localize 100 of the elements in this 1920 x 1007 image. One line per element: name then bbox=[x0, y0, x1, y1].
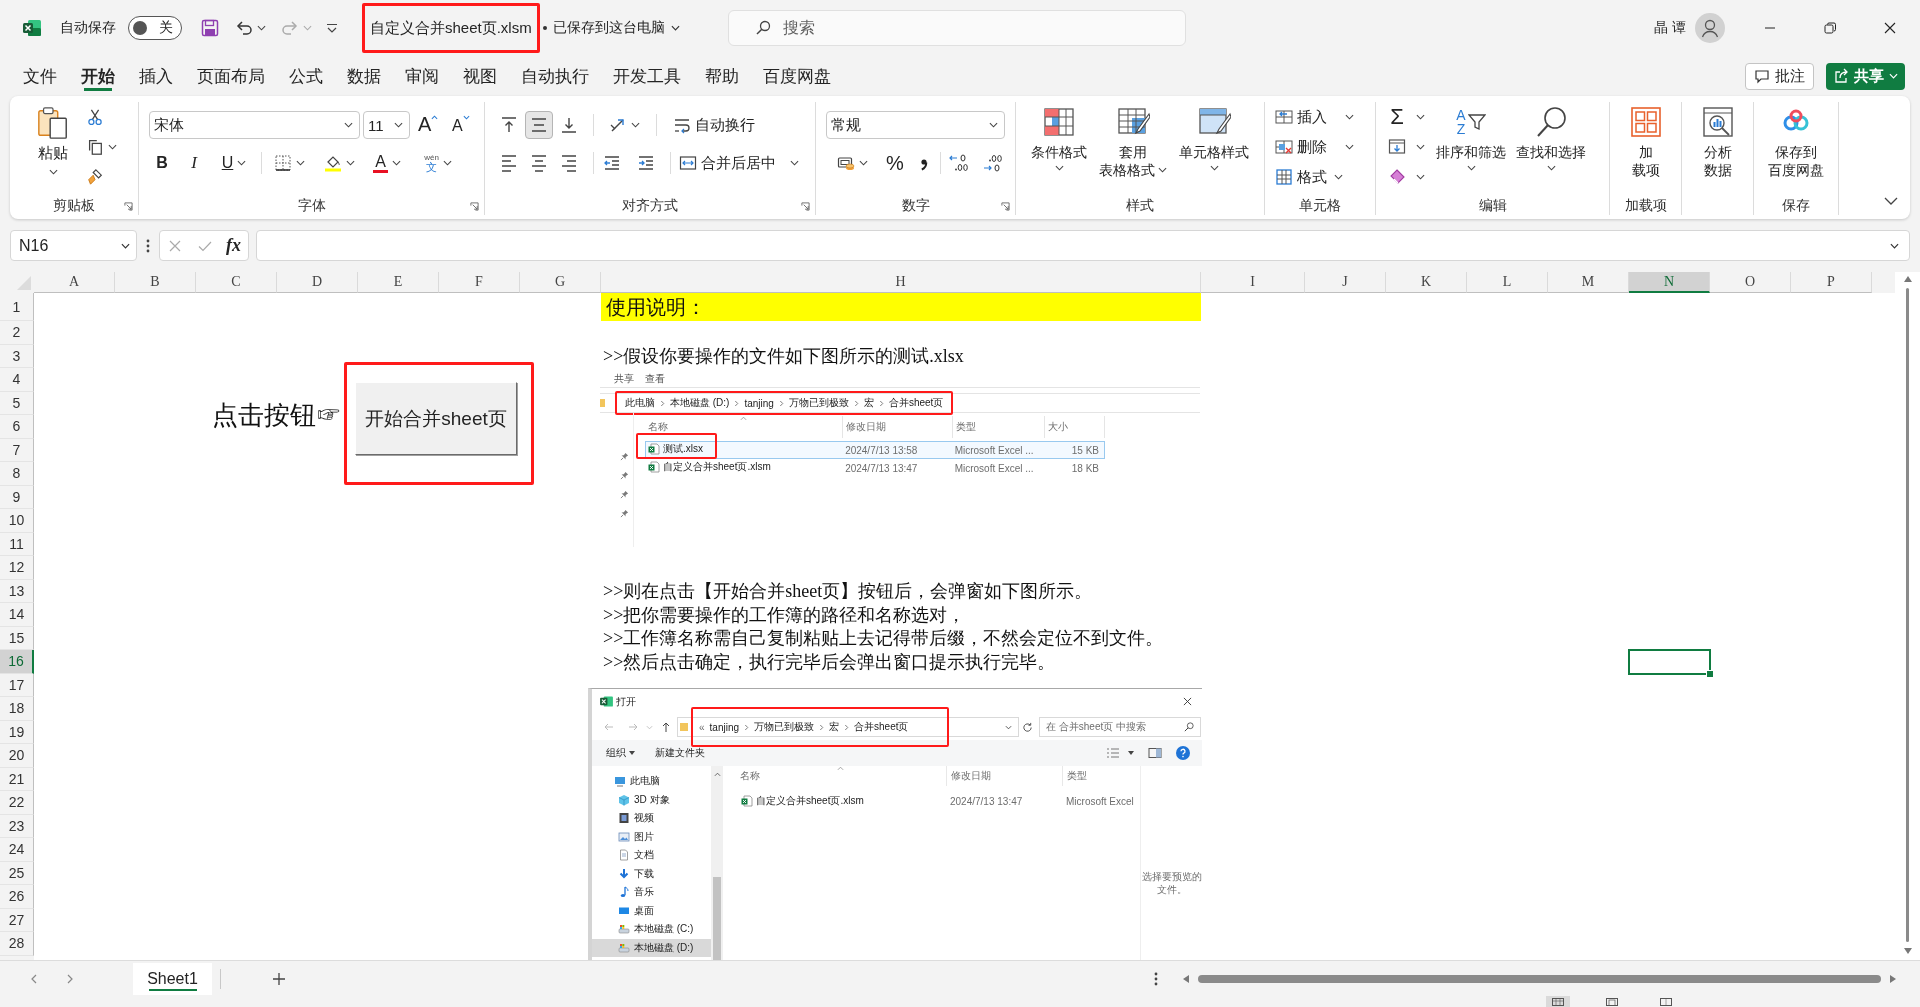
column-header[interactable]: L bbox=[1467, 272, 1548, 293]
column-header[interactable]: C bbox=[196, 272, 277, 293]
next-sheet-icon[interactable] bbox=[67, 973, 73, 984]
conditional-formatting-button[interactable]: 条件格式 bbox=[1024, 102, 1094, 197]
column-header[interactable]: P bbox=[1791, 272, 1872, 293]
row-header[interactable]: 7 bbox=[0, 438, 34, 462]
row-header[interactable]: 10 bbox=[0, 509, 34, 533]
scroll-right-icon[interactable] bbox=[1890, 974, 1896, 983]
middle-align-button[interactable] bbox=[525, 111, 553, 139]
delete-cells-button[interactable]: 删除 bbox=[1275, 132, 1375, 162]
row-header[interactable]: 28 bbox=[0, 932, 34, 956]
undo-icon[interactable] bbox=[234, 18, 254, 38]
ribbon-tab[interactable]: 审阅 bbox=[393, 59, 451, 93]
more-options-icon[interactable] bbox=[1154, 971, 1158, 986]
column-header[interactable]: E bbox=[358, 272, 439, 293]
row-header[interactable]: 18 bbox=[0, 697, 34, 721]
column-header[interactable]: A bbox=[34, 272, 115, 293]
row-header[interactable]: 11 bbox=[0, 532, 34, 556]
avatar-icon[interactable] bbox=[1695, 13, 1725, 43]
caret-icon[interactable] bbox=[257, 25, 266, 31]
share-button[interactable]: 共享 bbox=[1826, 62, 1905, 90]
row-header[interactable]: 6 bbox=[0, 415, 34, 439]
macro-button[interactable]: 开始合并sheet页 bbox=[355, 382, 517, 455]
search-field[interactable]: 搜索 bbox=[727, 10, 1186, 46]
column-header[interactable]: G bbox=[520, 272, 601, 293]
save-status-button[interactable]: 已保存到这台电脑 bbox=[552, 13, 680, 43]
row-header[interactable]: 13 bbox=[0, 579, 34, 603]
ribbon-tab[interactable]: 视图 bbox=[451, 59, 509, 93]
wrap-text-button[interactable]: 自动换行 bbox=[673, 111, 755, 139]
format-cells-button[interactable]: 格式 bbox=[1275, 162, 1375, 192]
row-header[interactable]: 21 bbox=[0, 767, 34, 791]
autosum-button[interactable]: Σ bbox=[1388, 102, 1425, 132]
column-header[interactable]: O bbox=[1710, 272, 1791, 293]
ribbon-tab[interactable]: 插入 bbox=[127, 59, 185, 93]
paste-button[interactable]: 粘贴 bbox=[30, 102, 76, 197]
font-color-button[interactable]: A bbox=[366, 149, 408, 177]
merge-center-button[interactable]: 合并后居中 bbox=[679, 149, 799, 177]
scrollbar-thumb[interactable] bbox=[1198, 974, 1881, 983]
format-as-table-button[interactable]: 套用 表格格式 bbox=[1095, 102, 1171, 197]
row-header[interactable]: 14 bbox=[0, 603, 34, 627]
ribbon-tab[interactable]: 百度网盘 bbox=[751, 59, 843, 93]
sheet-tab[interactable]: Sheet1 bbox=[133, 962, 212, 995]
row-header[interactable]: 22 bbox=[0, 791, 34, 815]
row-header[interactable]: 8 bbox=[0, 462, 34, 486]
sort-filter-button[interactable]: A Z 排序和筛选 bbox=[1431, 102, 1511, 197]
percent-style-button[interactable]: % bbox=[882, 149, 908, 177]
add-sheet-icon[interactable] bbox=[272, 971, 286, 986]
expand-icon[interactable] bbox=[1890, 242, 1899, 249]
row-header[interactable]: 27 bbox=[0, 908, 34, 932]
ribbon-tab[interactable]: 公式 bbox=[277, 59, 335, 93]
row-header[interactable]: 25 bbox=[0, 861, 34, 885]
dialog-launcher-icon[interactable] bbox=[470, 201, 479, 211]
column-header[interactable]: F bbox=[439, 272, 520, 293]
fill-handle[interactable] bbox=[1706, 669, 1714, 678]
formula-input[interactable] bbox=[256, 230, 1910, 261]
bold-button[interactable]: B bbox=[149, 149, 175, 177]
row-header[interactable]: 5 bbox=[0, 391, 34, 415]
row-header[interactable]: 9 bbox=[0, 485, 34, 509]
row-header[interactable]: 1 bbox=[0, 293, 34, 321]
dialog-launcher-icon[interactable] bbox=[1001, 201, 1010, 211]
row-header[interactable]: 23 bbox=[0, 814, 34, 838]
collapse-ribbon-icon[interactable] bbox=[1884, 197, 1898, 205]
number-format-combo[interactable]: 常规 bbox=[826, 111, 1005, 139]
normal-view-button[interactable] bbox=[1546, 996, 1570, 1007]
row-header[interactable]: 17 bbox=[0, 673, 34, 697]
font-name-combo[interactable]: 宋体 bbox=[149, 111, 360, 139]
name-box[interactable]: N16 bbox=[10, 230, 137, 261]
dialog-launcher-icon[interactable] bbox=[124, 201, 133, 211]
column-header[interactable]: B bbox=[115, 272, 196, 293]
ribbon-tab[interactable]: 帮助 bbox=[693, 59, 751, 93]
cell-styles-button[interactable]: 单元格样式 bbox=[1172, 102, 1256, 197]
column-header[interactable]: D bbox=[277, 272, 358, 293]
row-header[interactable]: 3 bbox=[0, 344, 34, 368]
scroll-down-icon[interactable] bbox=[1903, 948, 1912, 954]
ribbon-tab[interactable]: 自动执行 bbox=[509, 59, 601, 93]
row-header[interactable]: 2 bbox=[0, 321, 34, 345]
scroll-left-icon[interactable] bbox=[1183, 974, 1189, 983]
ribbon-tab[interactable]: 页面布局 bbox=[185, 59, 277, 93]
autosave-toggle[interactable]: 关 bbox=[128, 16, 182, 40]
ribbon-tab[interactable]: 数据 bbox=[335, 59, 393, 93]
ribbon-tab[interactable]: 开发工具 bbox=[601, 59, 693, 93]
row-header[interactable]: 12 bbox=[0, 556, 34, 580]
more-options-icon[interactable] bbox=[146, 238, 150, 253]
row-header[interactable]: 19 bbox=[0, 720, 34, 744]
insert-cells-button[interactable]: 插入 bbox=[1275, 102, 1375, 132]
dialog-launcher-icon[interactable] bbox=[801, 201, 810, 211]
increase-font-size-button[interactable]: A bbox=[418, 111, 442, 139]
customize-toolbar-icon[interactable] bbox=[326, 22, 338, 34]
italic-button[interactable]: I bbox=[181, 149, 207, 177]
column-header[interactable]: N bbox=[1629, 272, 1710, 293]
scroll-up-icon[interactable] bbox=[1903, 276, 1912, 282]
add-ins-button[interactable]: 加 载项 bbox=[1614, 102, 1677, 197]
excel-logo-icon[interactable] bbox=[22, 18, 42, 38]
font-size-combo[interactable]: 11 bbox=[363, 111, 410, 139]
previous-sheet-icon[interactable] bbox=[31, 973, 37, 984]
row-header[interactable]: 16 bbox=[0, 650, 34, 674]
save-icon[interactable] bbox=[200, 18, 220, 38]
save-to-cloud-button[interactable]: 保存到 百度网盘 bbox=[1756, 102, 1836, 197]
find-select-button[interactable]: 查找和选择 bbox=[1511, 102, 1591, 197]
decrease-font-size-button[interactable]: A bbox=[452, 111, 476, 139]
